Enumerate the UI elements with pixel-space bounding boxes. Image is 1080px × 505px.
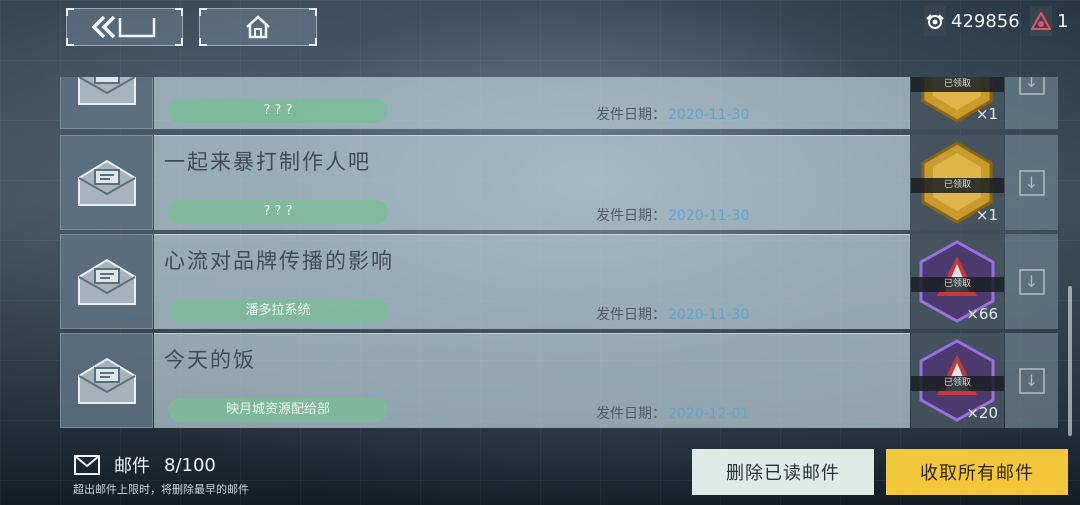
back-button[interactable] (66, 8, 183, 46)
download-arrow-icon: ↓ (1018, 77, 1045, 95)
currency-2: 1 (1030, 6, 1068, 36)
currency-1: 429856 (924, 6, 1020, 36)
mail-date: 发件日期： 2020-12-01 (596, 406, 750, 422)
reward-claimed-badge: 已领取 (911, 277, 1004, 292)
claim-all-mail-button[interactable]: 收取所有邮件 (886, 449, 1068, 495)
delete-read-mail-button[interactable]: 删除已读邮件 (692, 449, 874, 495)
mail-counter: 邮件 8/100 (74, 452, 216, 478)
claim-button[interactable]: ↓ (1005, 77, 1058, 129)
reward-count: ×20 (966, 404, 998, 422)
envelope-open-icon (77, 77, 136, 105)
mail-title: 一起来暴打制作人吧 (164, 150, 371, 174)
envelope-open-icon (77, 159, 136, 206)
mail-title: 今天的饭 (164, 348, 256, 372)
download-arrow-icon: ↓ (1018, 268, 1045, 295)
reward-item[interactable]: 已领取 ×20 (911, 333, 1004, 428)
claim-button[interactable]: ↓ (1005, 135, 1058, 230)
envelope-icon-box (60, 234, 153, 329)
mail-sender: 映月城资源配给部 (168, 398, 388, 422)
mail-date: 发件日期： 2020-11-30 (596, 208, 750, 224)
pandora-crystal-icon (1030, 6, 1052, 36)
eye-currency-icon (924, 6, 946, 36)
reward-count: ×1 (975, 206, 998, 224)
back-arrow-icon (91, 15, 155, 39)
envelope-icon-box (60, 135, 153, 230)
mail-sender: ? ? ? (168, 200, 388, 224)
currency-2-value: 1 (1057, 10, 1069, 32)
mail-sender: 潘多拉系统 (168, 299, 388, 323)
mail-content[interactable]: 一起来暴打制作人吧 ? ? ? 发件日期： 2020-11-30 (154, 135, 910, 230)
mail-count: 8/100 (164, 454, 216, 476)
mail-item[interactable]: 心流对品牌传播的影响 潘多拉系统 发件日期： 2020-11-30 已领取 ×66… (60, 234, 1058, 329)
currency-1-value: 429856 (951, 10, 1020, 32)
mail-date: 发件日期： 2020-11-30 (596, 107, 750, 123)
reward-count: ×1 (975, 105, 998, 123)
mail-title: 心流对品牌传播的影响 (164, 249, 394, 273)
mail-item[interactable]: 今天的饭 映月城资源配给部 发件日期： 2020-12-01 已领取 ×20 ↓ (60, 333, 1058, 428)
mail-list-scrollbar[interactable] (1068, 286, 1072, 436)
mail-icon (74, 455, 100, 475)
claim-button[interactable]: ↓ (1005, 234, 1058, 329)
download-arrow-icon: ↓ (1018, 169, 1045, 196)
reward-item[interactable]: 已领取 ×1 (911, 135, 1004, 230)
mail-limit-note: 超出邮件上限时，将删除最早的邮件 (73, 483, 249, 496)
claim-button[interactable]: ↓ (1005, 333, 1058, 428)
envelope-open-icon (77, 357, 136, 404)
home-icon (246, 15, 270, 39)
reward-claimed-badge: 已领取 (911, 178, 1004, 193)
mail-item[interactable]: ? ? ? 发件日期： 2020-11-30 已领取 ×1 ↓ (60, 77, 1058, 129)
reward-item[interactable]: 已领取 ×1 (911, 77, 1004, 129)
mail-content[interactable]: ? ? ? 发件日期： 2020-11-30 (154, 77, 910, 129)
reward-item[interactable]: 已领取 ×66 (911, 234, 1004, 329)
reward-claimed-badge: 已领取 (911, 376, 1004, 391)
envelope-open-icon (77, 258, 136, 305)
envelope-icon-box (60, 77, 153, 129)
envelope-icon-box (60, 333, 153, 428)
mail-sender: ? ? ? (168, 99, 388, 123)
mail-content[interactable]: 心流对品牌传播的影响 潘多拉系统 发件日期： 2020-11-30 (154, 234, 910, 329)
reward-claimed-badge: 已领取 (911, 77, 1004, 92)
mail-label: 邮件 (114, 456, 150, 477)
reward-count: ×66 (966, 305, 998, 323)
home-button[interactable] (199, 8, 317, 46)
mail-list[interactable]: ? ? ? 发件日期： 2020-11-30 已领取 ×1 ↓ 一起来暴打制作人吧… (60, 77, 1060, 430)
mail-content[interactable]: 今天的饭 映月城资源配给部 发件日期： 2020-12-01 (154, 333, 910, 428)
mail-item[interactable]: 一起来暴打制作人吧 ? ? ? 发件日期： 2020-11-30 已领取 ×1 ↓ (60, 135, 1058, 230)
mail-date: 发件日期： 2020-11-30 (596, 307, 750, 323)
download-arrow-icon: ↓ (1018, 367, 1045, 394)
